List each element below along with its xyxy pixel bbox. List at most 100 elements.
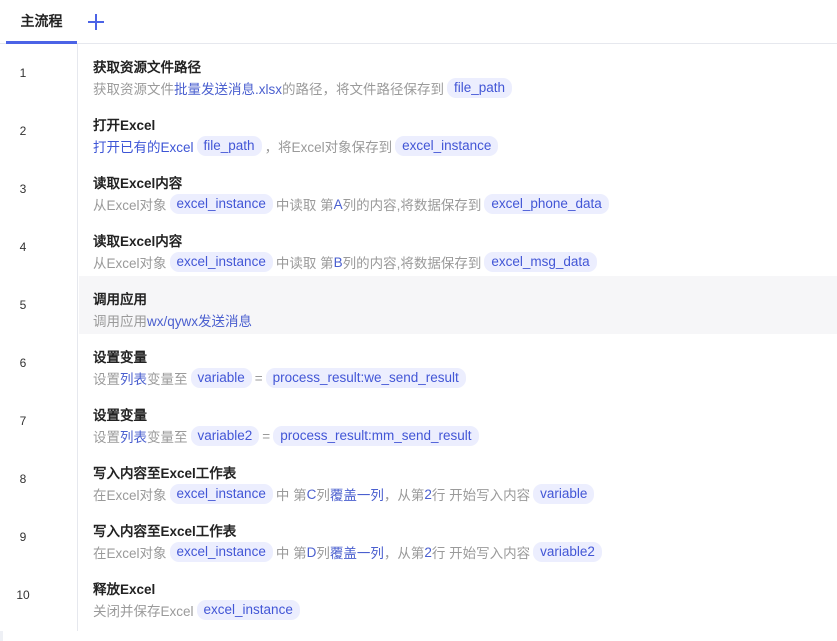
description-text: 在Excel对象	[93, 546, 167, 561]
step-title: 读取Excel内容	[93, 176, 183, 191]
description-text: ，将Excel对象保存到	[264, 140, 393, 155]
step-title: 打开Excel	[93, 118, 156, 133]
step-line-number: 4	[19, 240, 27, 254]
step-line-number: 6	[19, 356, 27, 370]
step-line-number: 10	[16, 588, 30, 602]
step-description: 打开已有的Excel file_path ，将Excel对象保存到 excel_ins…	[93, 135, 501, 157]
variable-chip[interactable]: excel_phone_data	[484, 194, 609, 214]
step-line-number: 2	[19, 124, 27, 138]
step-line-number: 5	[19, 298, 27, 312]
param-value: B	[333, 254, 343, 270]
description-text: 设置	[93, 430, 120, 445]
action-link[interactable]: 打开已有的Excel	[93, 136, 194, 156]
flow-step-row[interactable]: 6 设置变量 设置 列表 变量至 variable = process_result:…	[0, 334, 837, 392]
step-description: 调用应用 wx/qywx发送消息	[93, 309, 252, 331]
description-text: 从Excel对象	[93, 256, 167, 271]
flow-step-list: 1 获取资源文件路径 获取资源文件 批量发送消息.xlsx 的路径，将文件路径保存到…	[0, 44, 837, 624]
step-content[interactable]: 写入内容至Excel工作表 在Excel对象 excel_instance 中 第 D…	[79, 508, 837, 566]
description-text: 在Excel对象	[93, 488, 167, 503]
description-text: 中读取 第	[275, 256, 334, 271]
step-title: 写入内容至Excel工作表	[93, 466, 237, 481]
step-content[interactable]: 读取Excel内容 从Excel对象 excel_instance 中读取 第 B 列…	[79, 218, 837, 276]
description-text: 关闭并保存Excel	[93, 604, 194, 619]
param-value: 2	[424, 486, 432, 502]
tab-main-flow[interactable]: 主流程	[6, 0, 77, 44]
step-line-number: 7	[19, 414, 27, 428]
tab-bar: 主流程	[0, 0, 837, 44]
step-description: 在Excel对象 excel_instance 中 第 C 列 覆盖一列 ，从第 2…	[93, 483, 597, 505]
description-text: 的路径，将文件路径保存到	[282, 82, 444, 97]
description-text: 获取资源文件	[93, 82, 174, 97]
description-text: 中读取 第	[275, 198, 334, 213]
param-value: 列表	[120, 372, 147, 387]
step-content[interactable]: 写入内容至Excel工作表 在Excel对象 excel_instance 中 第 C…	[79, 450, 837, 508]
step-description: 从Excel对象 excel_instance 中读取 第 A 列的内容,将数据保存…	[93, 193, 612, 215]
variable-chip[interactable]: variable	[190, 368, 252, 388]
step-content[interactable]: 设置变量设置 列表 变量至 variable2 = process_result:…	[79, 392, 837, 450]
variable-chip[interactable]: file_path	[447, 78, 513, 98]
flow-step-row[interactable]: 1 获取资源文件路径 获取资源文件 批量发送消息.xlsx 的路径，将文件路径保存到…	[0, 44, 837, 102]
step-description: 从Excel对象 excel_instance 中读取 第 B 列的内容,将数据保存…	[93, 251, 600, 273]
description-text: 列的内容,将数据保存到	[342, 256, 482, 271]
flow-step-row[interactable]: 2 打开Excel 打开已有的Excel file_path ，将Excel对象保存到 e…	[0, 102, 837, 160]
step-description: 获取资源文件 批量发送消息.xlsx 的路径，将文件路径保存到 file_path	[93, 77, 515, 99]
description-text: 行 开始写入内容	[431, 546, 531, 561]
description-text: =	[254, 370, 263, 386]
description-text: ，从第	[383, 546, 425, 561]
step-content[interactable]: 打开Excel 打开已有的Excel file_path ，将Excel对象保存到 ex…	[79, 102, 837, 160]
param-value: A	[333, 196, 343, 212]
variable-chip[interactable]: file_path	[196, 136, 262, 156]
param-value: D	[306, 544, 317, 560]
variable-chip[interactable]: excel_instance	[196, 600, 300, 620]
description-text: 从Excel对象	[93, 198, 167, 213]
param-value: 覆盖一列	[329, 546, 384, 561]
step-description: 设置 列表 变量至 variable = process_result:we_se…	[93, 367, 469, 389]
flow-step-row[interactable]: 4 读取Excel内容 从Excel对象 excel_instance 中读取 第 B …	[0, 218, 837, 276]
step-title: 调用应用	[93, 292, 147, 307]
description-text: 中 第	[275, 488, 307, 503]
description-text: 变量至	[147, 430, 188, 445]
description-text: 列	[316, 488, 330, 503]
step-description: 设置 列表 变量至 variable2 = process_result:mm_s…	[93, 425, 482, 447]
description-text: 中 第	[275, 546, 307, 561]
variable-chip[interactable]: variable2	[190, 426, 260, 446]
variable-chip[interactable]: excel_msg_data	[484, 252, 597, 272]
description-text: 调用应用	[93, 314, 147, 329]
flow-step-row[interactable]: 9 写入内容至Excel工作表 在Excel对象 excel_instance 中 第 …	[0, 508, 837, 566]
variable-chip[interactable]: excel_instance	[169, 194, 273, 214]
plus-icon	[88, 14, 104, 30]
step-content[interactable]: 读取Excel内容 从Excel对象 excel_instance 中读取 第 A 列…	[79, 160, 837, 218]
flow-step-row[interactable]: 3 读取Excel内容 从Excel对象 excel_instance 中读取 第 A …	[0, 160, 837, 218]
description-text: =	[262, 428, 271, 444]
step-title: 获取资源文件路径	[93, 60, 201, 75]
flow-step-row[interactable]: 10 释放Excel 关闭并保存Excel excel_instance	[0, 566, 837, 624]
variable-chip[interactable]: process_result:we_send_result	[265, 368, 466, 388]
step-line-number: 1	[19, 66, 27, 80]
step-title: 设置变量	[93, 408, 147, 423]
param-value: C	[306, 486, 317, 502]
variable-chip[interactable]: variable2	[533, 542, 602, 562]
flow-step-row[interactable]: 5 调用应用 调用应用 wx/qywx发送消息	[0, 276, 837, 334]
step-content[interactable]: 释放Excel 关闭并保存Excel excel_instance	[79, 566, 837, 624]
variable-chip[interactable]: excel_instance	[169, 484, 273, 504]
flow-step-row[interactable]: 8 写入内容至Excel工作表 在Excel对象 excel_instance 中 第 …	[0, 450, 837, 508]
variable-chip[interactable]: variable	[533, 484, 595, 504]
param-value: 列表	[120, 430, 147, 445]
variable-chip[interactable]: process_result:mm_send_result	[273, 426, 479, 446]
step-title: 释放Excel	[93, 582, 156, 597]
add-tab-button[interactable]	[84, 11, 108, 33]
variable-chip[interactable]: excel_instance	[169, 252, 273, 272]
param-value: 2	[424, 544, 432, 560]
step-content[interactable]: 获取资源文件路径 获取资源文件 批量发送消息.xlsx 的路径，将文件路径保存到 f…	[79, 44, 837, 102]
param-value: 批量发送消息.xlsx	[174, 82, 282, 97]
flow-step-row[interactable]: 7 设置变量设置 列表 变量至 variable2 = process_result…	[0, 392, 837, 450]
step-content[interactable]: 调用应用 调用应用 wx/qywx发送消息	[79, 276, 837, 334]
description-text: 列	[316, 546, 330, 561]
step-title: 写入内容至Excel工作表	[93, 524, 237, 539]
variable-chip[interactable]: excel_instance	[395, 136, 499, 156]
step-line-number: 8	[19, 472, 27, 486]
step-content[interactable]: 设置变量 设置 列表 变量至 variable = process_result:w…	[79, 334, 837, 392]
step-description: 在Excel对象 excel_instance 中 第 D 列 覆盖一列 ，从第 2…	[93, 541, 605, 563]
description-text: 列的内容,将数据保存到	[342, 198, 482, 213]
variable-chip[interactable]: excel_instance	[169, 542, 273, 562]
